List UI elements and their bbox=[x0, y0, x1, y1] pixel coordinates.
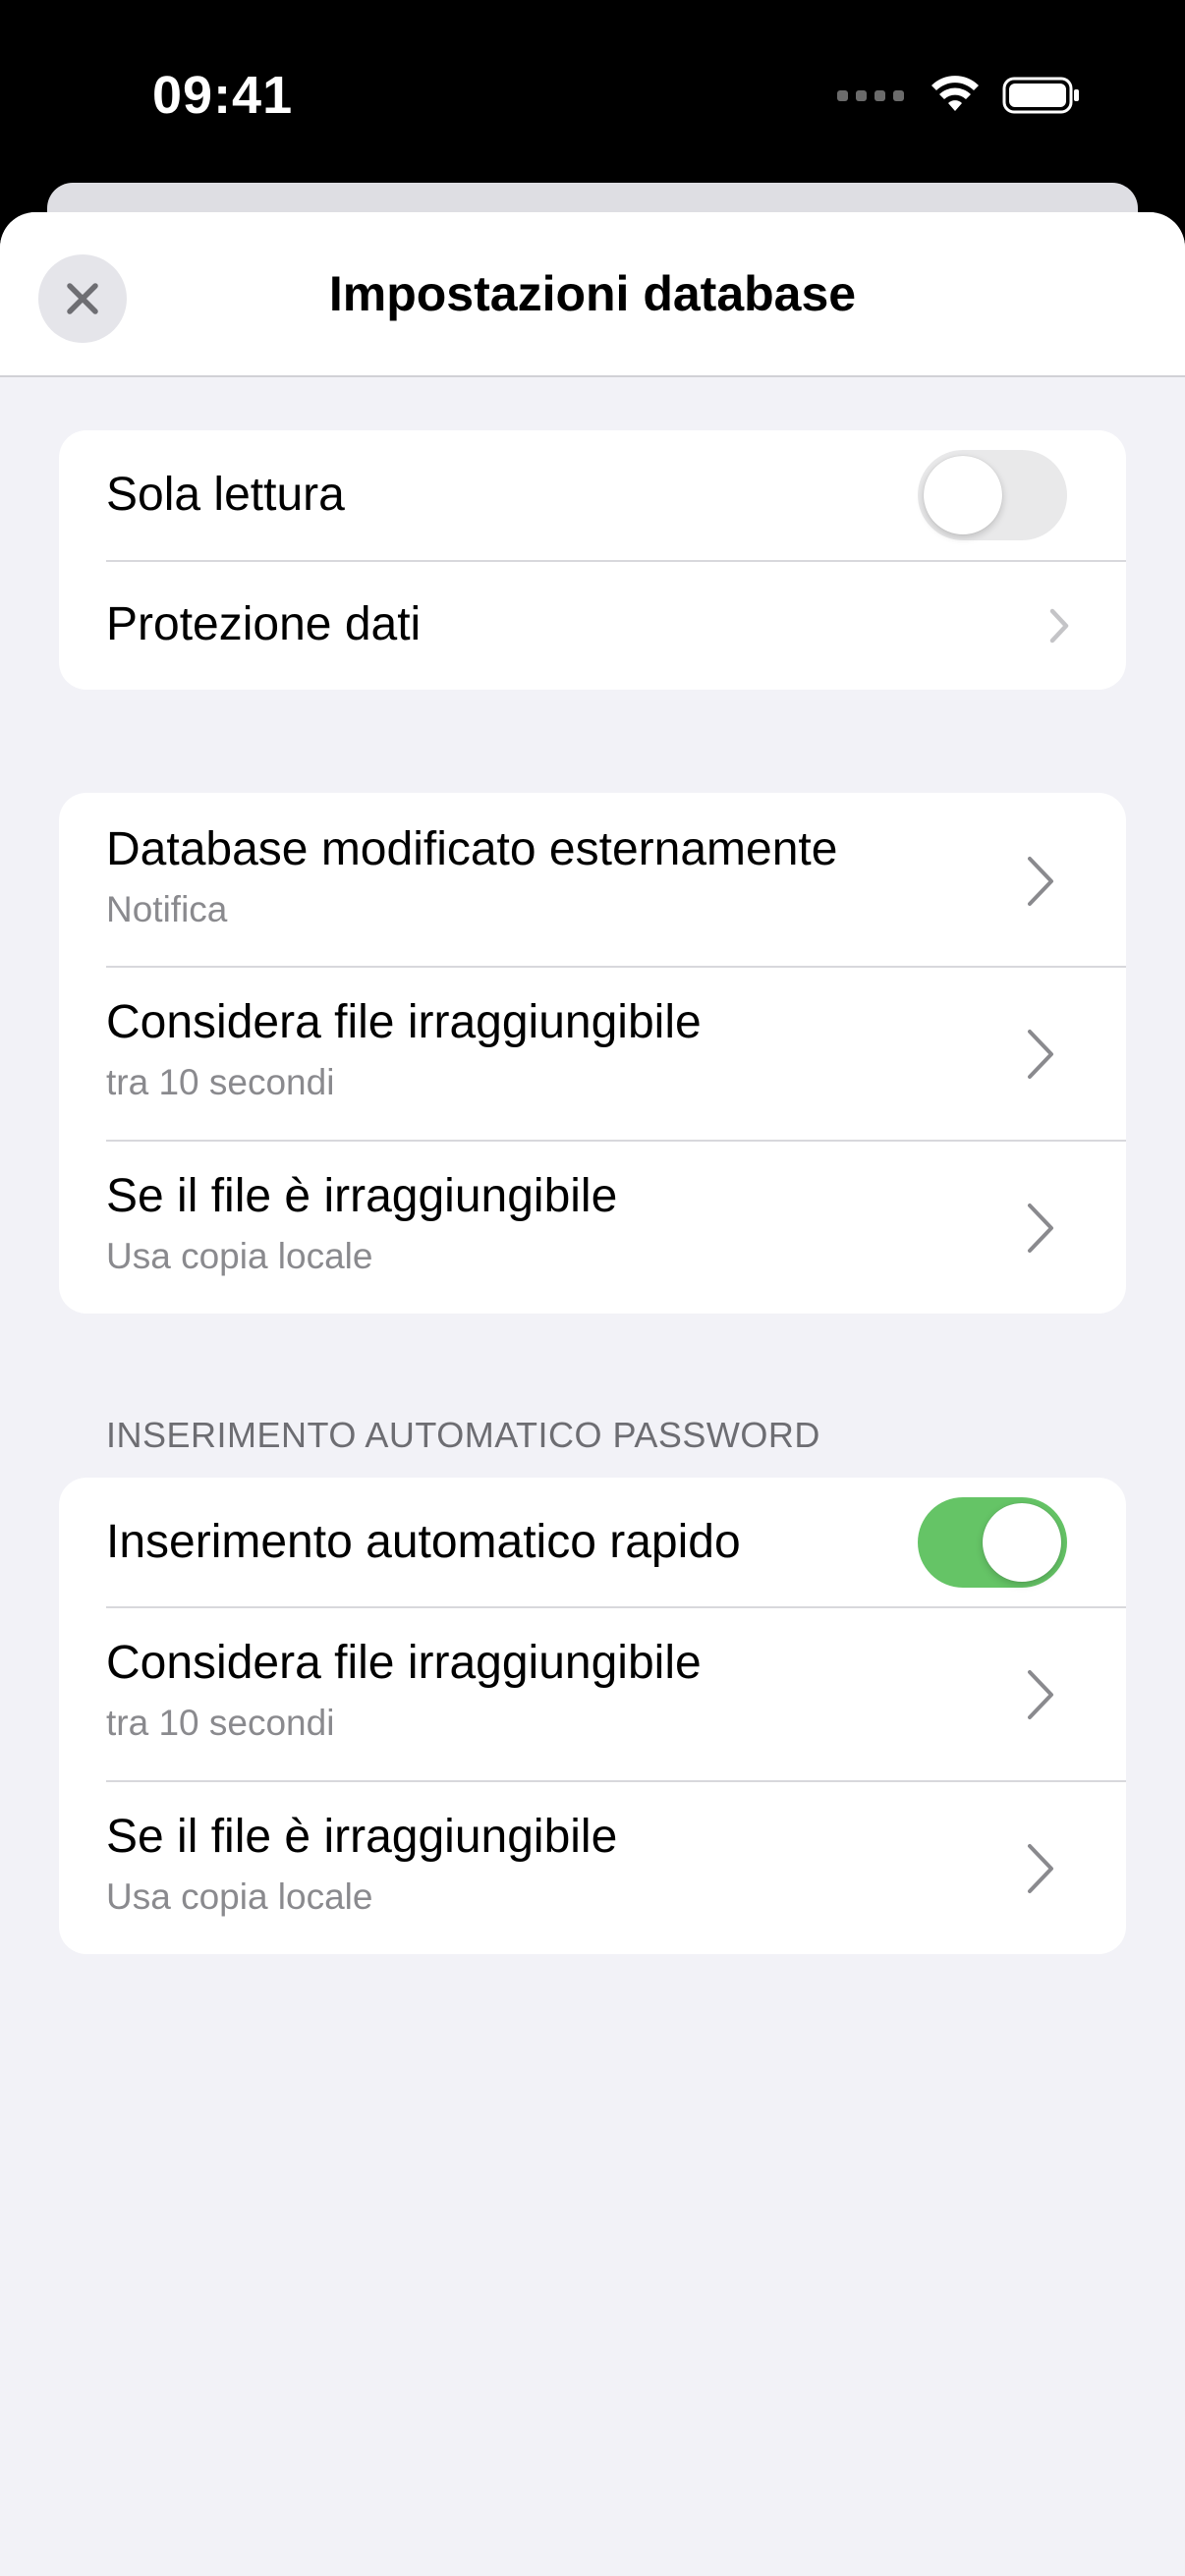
unreachable-action-row[interactable]: Se il file è irraggiungibile Usa copia l… bbox=[59, 1140, 1126, 1314]
quick-autofill-toggle[interactable] bbox=[918, 1497, 1067, 1588]
chevron-right-icon bbox=[1028, 1030, 1053, 1079]
page-title: Impostazioni database bbox=[328, 266, 857, 321]
settings-sheet: Impostazioni database Sola lettura Prote… bbox=[0, 212, 1185, 2576]
screen: 09:41 Impostazioni database Sola lettura… bbox=[0, 0, 1185, 2576]
wifi-icon bbox=[931, 76, 979, 111]
unreachable-timeout-label: Considera file irraggiungibile bbox=[106, 996, 702, 1048]
data-protection-row[interactable]: Protezione dati bbox=[59, 560, 1126, 690]
unreachable-timeout-row[interactable]: Considera file irraggiungibile tra 10 se… bbox=[59, 966, 1126, 1140]
toggle-knob bbox=[924, 456, 1002, 534]
external-change-value: Notifica bbox=[106, 889, 228, 929]
autofill-unreachable-timeout-label: Considera file irraggiungibile bbox=[106, 1637, 702, 1689]
toggle-knob bbox=[983, 1503, 1061, 1582]
autofill-unreachable-action-label: Se il file è irraggiungibile bbox=[106, 1811, 618, 1863]
unreachable-action-label: Se il file è irraggiungibile bbox=[106, 1170, 618, 1222]
chevron-right-icon bbox=[1028, 1204, 1053, 1253]
battery-icon bbox=[1002, 77, 1079, 114]
chevron-right-icon bbox=[1049, 608, 1069, 644]
sheet-header: Impostazioni database bbox=[0, 212, 1185, 377]
unreachable-timeout-value: tra 10 secondi bbox=[106, 1062, 335, 1102]
data-protection-label: Protezione dati bbox=[106, 598, 422, 650]
autofill-unreachable-timeout-row[interactable]: Considera file irraggiungibile tra 10 se… bbox=[59, 1606, 1126, 1780]
chevron-right-icon bbox=[1028, 1670, 1053, 1719]
autofill-unreachable-action-value: Usa copia locale bbox=[106, 1876, 373, 1917]
autofill-section-header: INSERIMENTO AUTOMATICO PASSWORD bbox=[106, 1415, 820, 1455]
sync-group: Database modificato esternamente Notific… bbox=[59, 793, 1126, 1314]
read-only-toggle[interactable] bbox=[918, 450, 1067, 540]
autofill-group: Inserimento automatico rapido Considera … bbox=[59, 1478, 1126, 1954]
external-change-label: Database modificato esternamente bbox=[106, 823, 838, 875]
status-time: 09:41 bbox=[152, 66, 294, 125]
unreachable-action-value: Usa copia locale bbox=[106, 1236, 373, 1276]
status-bar: 09:41 bbox=[0, 0, 1185, 187]
autofill-unreachable-action-row[interactable]: Se il file è irraggiungibile Usa copia l… bbox=[59, 1780, 1126, 1954]
read-only-label: Sola lettura bbox=[106, 469, 345, 521]
read-only-row: Sola lettura bbox=[59, 430, 1126, 560]
autofill-unreachable-timeout-value: tra 10 secondi bbox=[106, 1703, 335, 1743]
general-group: Sola lettura Protezione dati bbox=[59, 430, 1126, 690]
quick-autofill-label: Inserimento automatico rapido bbox=[106, 1516, 741, 1568]
cellular-signal-icon bbox=[837, 71, 904, 120]
chevron-right-icon bbox=[1028, 1844, 1053, 1893]
chevron-right-icon bbox=[1028, 857, 1053, 906]
external-change-row[interactable]: Database modificato esternamente Notific… bbox=[59, 793, 1126, 966]
quick-autofill-row: Inserimento automatico rapido bbox=[59, 1478, 1126, 1606]
status-indicators bbox=[837, 71, 1081, 120]
